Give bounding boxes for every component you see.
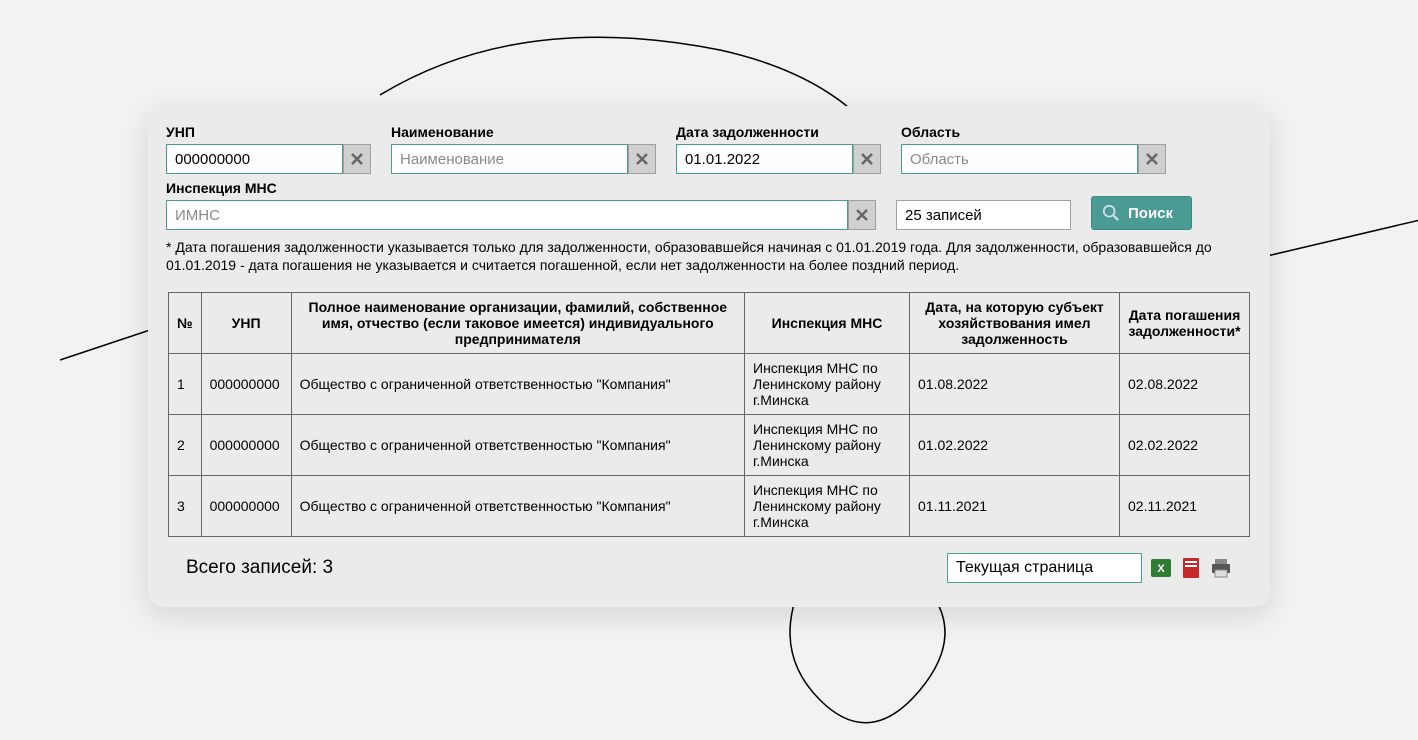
debt-date-clear-button[interactable] [853, 144, 881, 174]
filter-unp: УНП [166, 124, 371, 174]
close-icon [1145, 152, 1159, 166]
search-panel: УНП Наименование Дата задолженности [148, 106, 1270, 607]
unp-clear-button[interactable] [343, 144, 371, 174]
table-row: 3000000000Общество с ограниченной ответс… [169, 476, 1250, 537]
cell-n: 2 [169, 415, 202, 476]
cell-full: Общество с ограниченной ответственностью… [291, 354, 744, 415]
debt-date-input[interactable] [676, 144, 853, 174]
filter-region: Область [901, 124, 1166, 174]
name-input[interactable] [391, 144, 628, 174]
cell-n: 1 [169, 354, 202, 415]
filter-name: Наименование [391, 124, 656, 174]
excel-icon: X [1150, 557, 1172, 579]
debt-date-label: Дата задолженности [676, 124, 881, 140]
export-controls: X [947, 553, 1232, 583]
print-icon [1210, 557, 1232, 579]
search-button[interactable]: Поиск [1091, 196, 1192, 230]
cell-n: 3 [169, 476, 202, 537]
name-clear-button[interactable] [628, 144, 656, 174]
page-scope-select[interactable] [947, 553, 1142, 583]
imns-label: Инспекция МНС [166, 180, 876, 196]
close-icon [635, 152, 649, 166]
th-inspection: Инспекция МНС [745, 293, 910, 354]
region-label: Область [901, 124, 1166, 140]
region-clear-button[interactable] [1138, 144, 1166, 174]
pdf-icon [1180, 557, 1202, 579]
th-unp: УНП [201, 293, 291, 354]
close-icon [860, 152, 874, 166]
disclaimer-note: * Дата погашения задолженности указывает… [166, 238, 1252, 274]
svg-text:X: X [1157, 563, 1165, 575]
export-pdf-button[interactable] [1180, 557, 1202, 579]
total-records: Всего записей: 3 [186, 557, 333, 579]
name-label: Наименование [391, 124, 656, 140]
th-repay-date: Дата погашения задолженности* [1120, 293, 1250, 354]
cell-insp: Инспекция МНС по Ленинскому району г.Мин… [745, 476, 910, 537]
results-table: № УНП Полное наименование организации, ф… [168, 292, 1250, 537]
cell-date1: 01.11.2021 [910, 476, 1120, 537]
close-icon [855, 208, 869, 222]
th-debt-date: Дата, на которую субъект хозяйствования … [910, 293, 1120, 354]
cell-insp: Инспекция МНС по Ленинскому району г.Мин… [745, 415, 910, 476]
unp-label: УНП [166, 124, 371, 140]
cell-unp: 000000000 [201, 354, 291, 415]
filter-debt-date: Дата задолженности [676, 124, 881, 174]
imns-clear-button[interactable] [848, 200, 876, 230]
region-input[interactable] [901, 144, 1138, 174]
cell-unp: 000000000 [201, 476, 291, 537]
search-icon [1102, 204, 1120, 222]
cell-date2: 02.02.2022 [1120, 415, 1250, 476]
cell-full: Общество с ограниченной ответственностью… [291, 415, 744, 476]
results-table-wrap: № УНП Полное наименование организации, ф… [166, 292, 1252, 537]
search-button-label: Поиск [1128, 205, 1173, 222]
cell-date2: 02.11.2021 [1120, 476, 1250, 537]
table-row: 2000000000Общество с ограниченной ответс… [169, 415, 1250, 476]
imns-input[interactable] [166, 200, 848, 230]
print-button[interactable] [1210, 557, 1232, 579]
records-per-page-input[interactable] [896, 200, 1071, 230]
th-number: № [169, 293, 202, 354]
cell-full: Общество с ограниченной ответственностью… [291, 476, 744, 537]
cell-date2: 02.08.2022 [1120, 354, 1250, 415]
unp-input[interactable] [166, 144, 343, 174]
cell-date1: 01.02.2022 [910, 415, 1120, 476]
filter-imns: Инспекция МНС [166, 180, 876, 230]
export-excel-button[interactable]: X [1150, 557, 1172, 579]
cell-date1: 01.08.2022 [910, 354, 1120, 415]
close-icon [350, 152, 364, 166]
cell-insp: Инспекция МНС по Ленинскому району г.Мин… [745, 354, 910, 415]
table-row: 1000000000Общество с ограниченной ответс… [169, 354, 1250, 415]
cell-unp: 000000000 [201, 415, 291, 476]
th-fullname: Полное наименование организации, фамилий… [291, 293, 744, 354]
